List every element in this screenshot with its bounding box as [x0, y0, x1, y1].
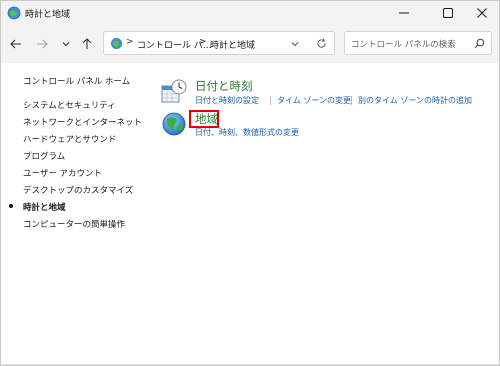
arrow-left-icon [10, 39, 21, 49]
sidebar-item-system-security[interactable]: システムとセキュリティ [23, 99, 116, 111]
maximize-icon[interactable] [431, 1, 465, 25]
breadcrumb-separator: > [199, 37, 207, 47]
arrow-up-icon [82, 38, 92, 49]
minimize-icon[interactable] [387, 1, 421, 25]
highlight-box [189, 110, 219, 128]
refresh-icon [317, 38, 326, 48]
address-bar[interactable]: > コントロール パ... > 時計と地域 [103, 31, 335, 55]
category-title-date-time[interactable]: 日付と時刻 [195, 78, 253, 94]
control-panel-window: 時計と地域 > コントロール パ... > 時計と地域 コントロール パネルの検… [0, 0, 500, 366]
breadcrumb-separator: > [126, 37, 134, 47]
control-panel-icon [7, 6, 21, 20]
link-divider [270, 96, 271, 105]
chevron-down-icon [62, 42, 70, 47]
sidebar-item-personalization[interactable]: デスクトップのカスタマイズ [23, 184, 133, 196]
recent-locations-button[interactable] [59, 37, 73, 51]
sidebar-item-clock-region: 時計と地域 [9, 201, 66, 213]
close-icon[interactable] [465, 1, 499, 25]
address-dropdown-button[interactable] [290, 39, 300, 52]
sidebar-item-ease-of-access[interactable]: コンピューターの簡単操作 [23, 218, 125, 230]
sidebar-item-user-accounts[interactable]: ユーザー アカウント [23, 167, 102, 179]
search-box[interactable]: コントロール パネルの検索 [344, 31, 492, 55]
link-change-formats[interactable]: 日付、時刻、数値形式の変更 [195, 127, 299, 138]
window-title: 時計と地域 [25, 10, 71, 20]
link-divider [351, 96, 352, 105]
title-bar: 時計と地域 [1, 1, 499, 25]
sidebar-item-label: 時計と地域 [23, 203, 66, 213]
navigation-bar: > コントロール パ... > 時計と地域 コントロール パネルの検索 [1, 25, 499, 63]
link-add-clocks[interactable]: 別のタイム ゾーンの時計の追加 [358, 95, 472, 106]
globe-icon[interactable] [161, 111, 187, 137]
arrow-right-icon [37, 39, 48, 49]
breadcrumb-clock-region[interactable]: 時計と地域 [210, 38, 255, 51]
up-button[interactable] [80, 37, 94, 51]
sidebar-item-home[interactable]: コントロール パネル ホーム [23, 75, 130, 87]
search-placeholder: コントロール パネルの検索 [351, 40, 456, 50]
back-button[interactable] [9, 37, 23, 51]
sidebar-item-network[interactable]: ネットワークとインターネット [23, 116, 142, 128]
forward-button[interactable] [35, 37, 49, 51]
search-icon[interactable] [474, 38, 485, 52]
control-panel-icon [110, 37, 123, 50]
current-page-bullet [9, 204, 13, 208]
calendar-clock-icon[interactable] [161, 79, 187, 105]
chevron-down-icon [291, 42, 299, 47]
window-bottom-border [1, 364, 499, 365]
sidebar-item-programs[interactable]: プログラム [23, 150, 65, 162]
link-set-date-time[interactable]: 日付と時刻の設定 [195, 95, 259, 106]
refresh-button[interactable] [316, 38, 327, 52]
sidebar-item-hardware-sound[interactable]: ハードウェアとサウンド [23, 133, 116, 145]
link-change-time-zone[interactable]: タイム ゾーンの変更 [277, 95, 351, 106]
